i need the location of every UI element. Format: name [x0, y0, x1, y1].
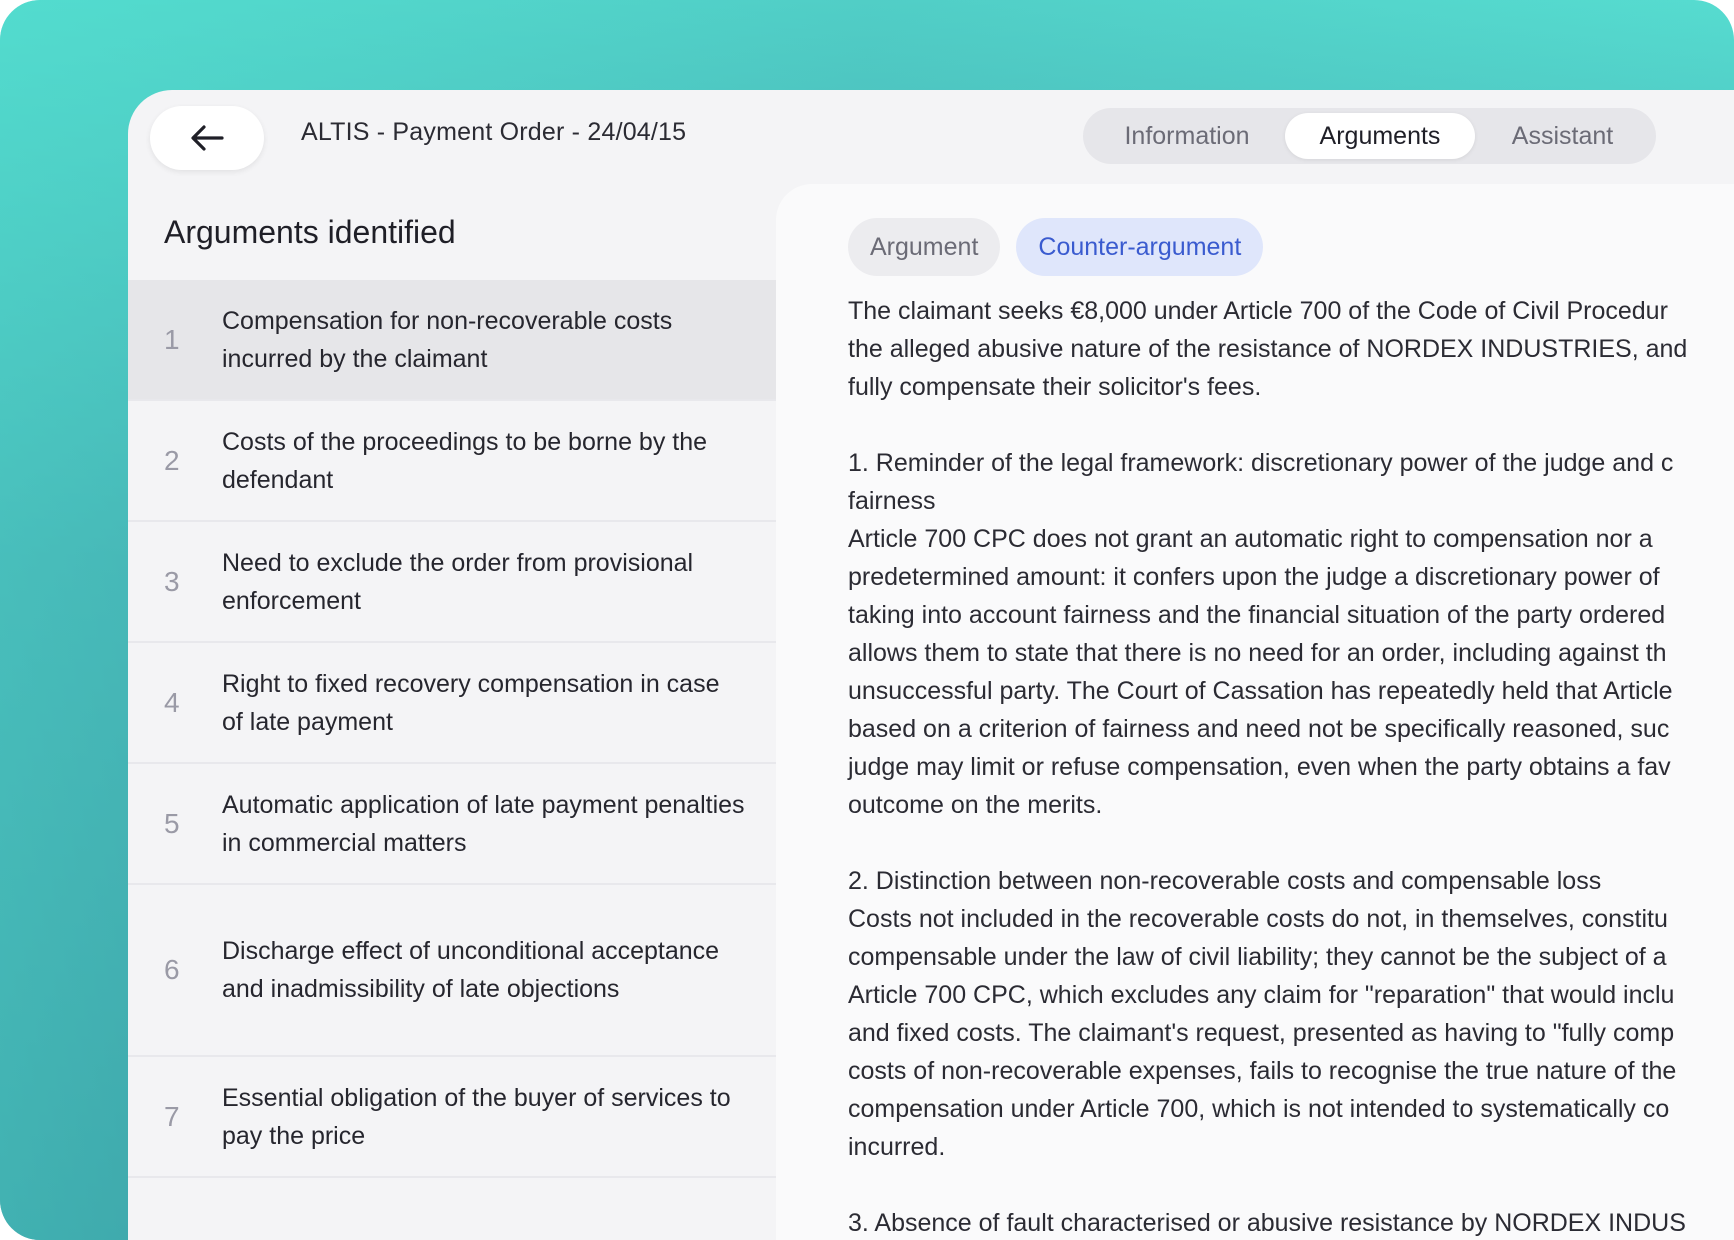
text-line: costs of non-recoverable expenses, fails…: [848, 1057, 1677, 1085]
text-paragraph: 2. Distinction between non-recoverable c…: [848, 862, 1734, 1166]
text-line: predetermined amount: it confers upon th…: [848, 563, 1660, 591]
view-tabs: Information Arguments Assistant: [1083, 108, 1656, 164]
argument-item[interactable]: 7 Essential obligation of the buyer of s…: [128, 1057, 776, 1178]
argument-label: Discharge effect of unconditional accept…: [222, 937, 720, 1003]
argument-detail-panel: Argument Counter-argument The claimant s…: [776, 184, 1734, 1240]
text-line: fully compensate their solicitor's fees.: [848, 373, 1262, 401]
document-title: ALTIS - Payment Order - 24/04/15: [301, 118, 687, 146]
argument-label: Need to exclude the order from provision…: [222, 548, 694, 615]
text-line: based on a criterion of fairness and nee…: [848, 715, 1670, 743]
argument-number: 6: [164, 954, 180, 985]
text-line: fairness: [848, 487, 936, 515]
arrow-left-icon: [191, 125, 224, 151]
text-line: Article 700 CPC does not grant an automa…: [848, 525, 1653, 553]
back-button[interactable]: [150, 106, 264, 170]
arguments-panel-title: Arguments identified: [164, 214, 456, 250]
text-line: incurred.: [848, 1133, 946, 1161]
text-line: compensable under the law of civil liabi…: [848, 943, 1667, 971]
text-paragraph: The claimant seeks €8,000 under Article …: [848, 292, 1734, 406]
text-line: the alleged abusive nature of the resist…: [848, 335, 1688, 363]
text-line: 2. Distinction between non-recoverable c…: [848, 867, 1602, 895]
text-paragraph: 3. Absence of fault characterised or abu…: [848, 1204, 1734, 1240]
counter-argument-toggle-button[interactable]: Counter-argument: [1016, 218, 1264, 276]
argument-number: 4: [164, 686, 180, 718]
argument-item[interactable]: 3 Need to exclude the order from provisi…: [128, 522, 776, 643]
argument-item[interactable]: 4 Right to fixed recovery compensation i…: [128, 643, 776, 764]
argument-number: 7: [164, 1100, 180, 1132]
argument-number: 2: [164, 444, 180, 476]
text-line: judge may limit or refuse compensation, …: [848, 753, 1671, 781]
text-line: 3. Absence of fault characterised or abu…: [848, 1209, 1686, 1237]
argument-item[interactable]: 2 Costs of the proceedings to be borne b…: [128, 401, 776, 522]
argument-item[interactable]: 5 Automatic application of late payment …: [128, 764, 776, 885]
argument-number: 1: [164, 323, 180, 355]
text-line: unsuccessful party. The Court of Cassati…: [848, 677, 1673, 705]
text-line: and fixed costs. The claimant's request,…: [848, 1019, 1675, 1047]
argument-label: Essential obligation of the buyer of ser…: [222, 1083, 731, 1150]
argument-body-text: The claimant seeks €8,000 under Article …: [848, 292, 1734, 1240]
argument-number: 5: [164, 807, 180, 839]
text-line: Costs not included in the recoverable co…: [848, 905, 1668, 933]
argument-label: Automatic application of late payment pe…: [222, 790, 745, 857]
text-line: outcome on the merits.: [848, 791, 1103, 819]
text-line: compensation under Article 700, which is…: [848, 1095, 1670, 1123]
text-line: 1. Reminder of the legal framework: disc…: [848, 449, 1674, 477]
tab-assistant[interactable]: Assistant: [1475, 113, 1650, 159]
app-window: ALTIS - Payment Order - 24/04/15 Informa…: [128, 90, 1734, 1240]
text-line: taking into account fairness and the fin…: [848, 601, 1666, 629]
argument-item[interactable]: 6 Discharge effect of unconditional acce…: [128, 885, 776, 1057]
text-line: The claimant seeks €8,000 under Article …: [848, 297, 1668, 325]
argument-type-toggle: Argument Counter-argument: [848, 218, 1264, 276]
tab-arguments[interactable]: Arguments: [1285, 113, 1475, 159]
argument-item[interactable]: 1 Compensation for non-recoverable costs…: [128, 280, 776, 401]
argument-label: Right to fixed recovery compensation in …: [222, 669, 720, 736]
argument-label: Costs of the proceedings to be borne by …: [222, 427, 708, 494]
argument-number: 3: [164, 565, 180, 597]
text-paragraph: 1. Reminder of the legal framework: disc…: [848, 444, 1734, 824]
tab-information[interactable]: Information: [1089, 113, 1285, 159]
text-line: Article 700 CPC, which excludes any clai…: [848, 981, 1675, 1009]
argument-toggle-button[interactable]: Argument: [848, 218, 1001, 276]
argument-label: Compensation for non-recoverable costs i…: [222, 306, 673, 373]
text-line: allows them to state that there is no ne…: [848, 639, 1667, 667]
arguments-list: 1 Compensation for non-recoverable costs…: [128, 280, 776, 1178]
